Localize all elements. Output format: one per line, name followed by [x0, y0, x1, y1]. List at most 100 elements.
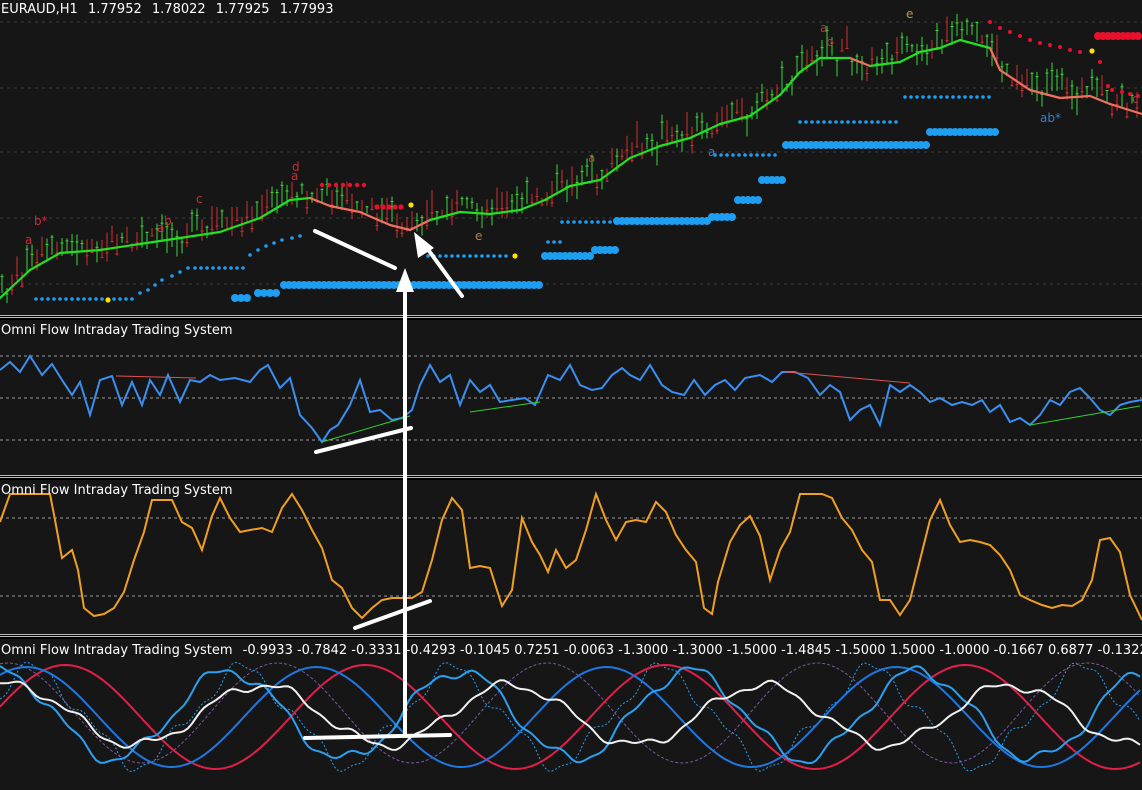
- resistance-dot: [1058, 45, 1062, 49]
- close-price: 1.77993: [279, 2, 334, 17]
- indicator-2-title: Omni Flow Intraday Trading System: [1, 483, 233, 498]
- moving-average-segment: [628, 144, 662, 160]
- support-dot: [578, 220, 582, 224]
- support-dot: [398, 204, 404, 210]
- pane-separator[interactable]: [0, 315, 1142, 318]
- wave-label: a: [588, 151, 595, 165]
- support-dot: [280, 238, 284, 242]
- support-dot: [749, 153, 753, 157]
- oscillator-1-chart: [0, 354, 1142, 444]
- support-dot: [894, 120, 898, 124]
- moving-average-segment: [308, 196, 332, 208]
- support-dot: [504, 254, 508, 258]
- support-dot: [611, 246, 619, 254]
- moving-average-segment: [658, 136, 692, 148]
- support-dot: [333, 182, 339, 188]
- support-dot: [535, 281, 543, 289]
- divergence-line: [321, 415, 411, 443]
- wave-label: b: [164, 214, 172, 228]
- price-chart-pane[interactable]: a b* a b c d a e a a a b e ab* c EURAUD,H1 1.77952 1.7…: [0, 0, 1142, 315]
- support-dot: [975, 95, 979, 99]
- wave-label: c: [1132, 92, 1139, 106]
- moving-average-segment: [28, 251, 62, 272]
- support-dot: [915, 95, 919, 99]
- oscillator-2-line: [0, 490, 1142, 621]
- support-dot: [743, 153, 747, 157]
- support-dot: [229, 266, 233, 270]
- support-dot: [927, 95, 931, 99]
- support-dot: [58, 297, 62, 301]
- support-dot: [492, 254, 496, 258]
- resistance-dot: [1098, 60, 1102, 64]
- support-dot: [82, 297, 86, 301]
- support-dot: [474, 254, 478, 258]
- support-dot: [361, 182, 367, 188]
- moving-average-segment: [1058, 94, 1092, 100]
- moving-average-segment: [258, 198, 292, 220]
- support-dot: [223, 266, 227, 270]
- indicator-pane-1[interactable]: Omni Flow Intraday Trading System: [0, 320, 1142, 475]
- support-dot: [153, 283, 157, 287]
- support-dot: [235, 266, 239, 270]
- moving-average-segment: [918, 46, 942, 54]
- support-dot: [456, 254, 460, 258]
- indicator-3-title: Omni Flow Intraday Trading System: [1, 643, 233, 658]
- moving-average-segment: [748, 93, 782, 118]
- symbol-label: EURAUD,H1: [1, 2, 78, 17]
- moving-average-segment: [568, 178, 602, 188]
- support-dot: [290, 236, 294, 240]
- moving-average-segment: [938, 38, 962, 50]
- pane-separator[interactable]: [0, 634, 1142, 637]
- wave-label: c: [196, 192, 203, 206]
- moving-average-segment: [328, 204, 362, 214]
- support-dot: [816, 120, 820, 124]
- support-dot: [909, 95, 913, 99]
- support-dot: [828, 120, 832, 124]
- wave-label: a: [25, 233, 32, 247]
- support-dot: [546, 240, 550, 244]
- support-dot: [326, 182, 332, 188]
- divergence-line: [469, 401, 541, 413]
- moving-average-segment: [458, 210, 492, 216]
- indicator-pane-2[interactable]: Omni Flow Intraday Trading System: [0, 480, 1142, 634]
- resistance-dot: [1120, 90, 1124, 94]
- indicator-pane-3[interactable]: Omni Flow Intraday Trading System -0.993…: [0, 639, 1142, 790]
- support-dot: [34, 297, 38, 301]
- wave-label: a: [708, 145, 715, 159]
- moving-average-segment: [218, 216, 262, 234]
- symbol-header: EURAUD,H1 1.77952 1.78022 1.77925 1.7799…: [1, 2, 339, 17]
- support-dot: [846, 120, 850, 124]
- support-dot: [882, 120, 886, 124]
- resistance-dot: [1008, 30, 1012, 34]
- support-dot: [462, 254, 466, 258]
- support-dot: [272, 289, 280, 297]
- indicator-3-values: -0.9933 -0.7842 -0.3331 -0.4293 -0.1045 …: [238, 643, 1142, 658]
- support-dot: [64, 297, 68, 301]
- support-dot: [922, 141, 930, 149]
- signal-dot: [408, 202, 414, 208]
- support-dot: [347, 182, 353, 188]
- support-dot: [386, 204, 392, 210]
- support-dot: [810, 120, 814, 124]
- low-price: 1.77925: [215, 2, 270, 17]
- oscillator-2-chart: [0, 490, 1142, 621]
- signal-dot: [105, 297, 111, 303]
- pane-separator[interactable]: [0, 475, 1142, 478]
- support-dot: [572, 220, 576, 224]
- support-dot: [945, 95, 949, 99]
- support-dot: [773, 153, 777, 157]
- moving-average-segment: [138, 236, 182, 246]
- support-dot: [778, 176, 786, 184]
- support-dot: [178, 270, 182, 274]
- support-dot: [52, 297, 56, 301]
- support-dot: [486, 254, 490, 258]
- moving-average-segment: [0, 268, 32, 300]
- moving-average-segment: [848, 56, 872, 68]
- resistance-dot: [1078, 50, 1082, 54]
- support-dot: [498, 254, 502, 258]
- indicator-1-title: Omni Flow Intraday Trading System: [1, 323, 233, 338]
- support-dot: [963, 95, 967, 99]
- moving-average-segment: [998, 68, 1032, 92]
- support-dot: [728, 213, 736, 221]
- support-dot: [70, 297, 74, 301]
